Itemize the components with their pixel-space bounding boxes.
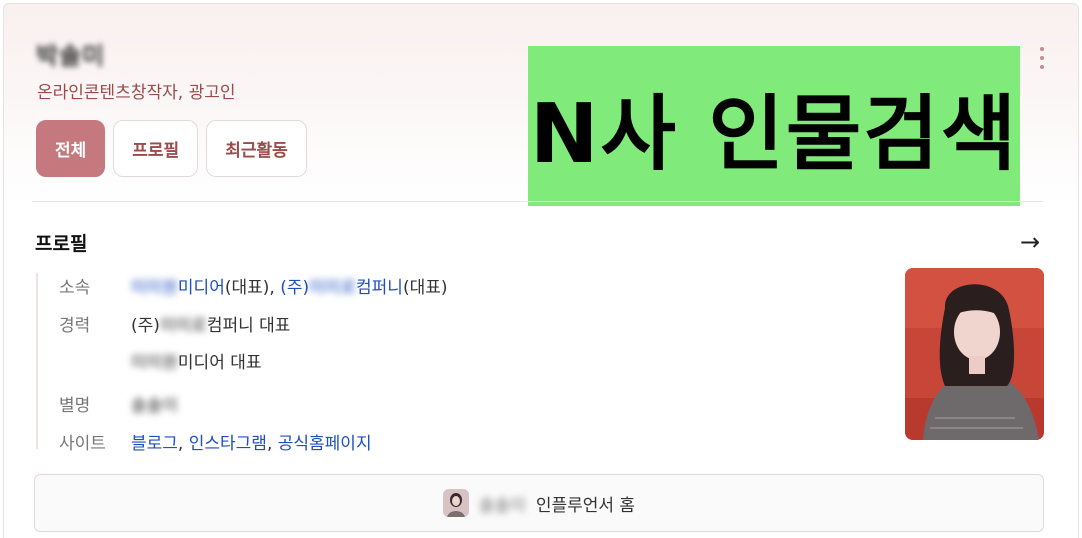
profile-photo[interactable] [905,268,1044,440]
detail-row-career: 경력 (주)미미로컴퍼니 대표 [59,311,290,336]
detail-label: 소속 [59,278,91,298]
detail-row-sites: 사이트 블로그, 인스타그램, 공식홈페이지 [59,429,372,454]
homepage-link[interactable]: 공식홈페이지 [278,434,372,454]
company1-link[interactable]: 미미원미디어 [131,278,225,298]
detail-row-affiliation: 소속 미미원미디어(대표), (주)미미로컴퍼니(대표) [59,273,448,298]
section-divider [32,201,1043,202]
arrow-right-icon[interactable]: → [1020,228,1040,256]
tab-all[interactable]: 전체 [36,120,106,177]
more-options-icon[interactable] [1034,44,1050,72]
career-line-2: 미미원미디어 대표 [131,353,262,373]
person-name: 박솔미 [36,42,106,70]
detail-rule [36,273,38,449]
influencer-home-label: 인플루언서 홈 [535,495,636,516]
company2-link[interactable]: (주)미미로컴퍼니 [280,278,403,298]
influencer-home-button[interactable]: 솔솔이 인플루언서 홈 [34,474,1044,532]
influencer-name: 솔솔이 [478,495,526,516]
section-title: 프로필 [35,233,88,255]
tab-recent-activity[interactable]: 최근활동 [206,120,307,177]
alias-value: 솔솔이 [131,396,178,416]
person-occupation: 온라인콘텐츠창작자, 광고인 [37,83,236,103]
influencer-avatar [442,489,469,517]
title-overlay-box: N사 인물검색 [528,46,1020,206]
title-overlay-text: N사 인물검색 [529,86,1019,182]
tab-bar: 전체 프로필 최근활동 [36,120,307,177]
detail-label: 경력 [59,316,91,336]
detail-label: 별명 [59,396,91,416]
detail-label: 사이트 [59,434,106,454]
detail-row-alias: 별명 솔솔이 [59,391,178,416]
instagram-link[interactable]: 인스타그램 [189,434,267,454]
career-line-1: (주)미미로컴퍼니 대표 [131,316,291,336]
blog-link[interactable]: 블로그 [131,434,178,454]
tab-profile[interactable]: 프로필 [113,120,199,177]
detail-row-career-2: 미미원미디어 대표 [59,348,262,373]
detail-value: 미미원미디어(대표), (주)미미로컴퍼니(대표) [131,278,448,298]
